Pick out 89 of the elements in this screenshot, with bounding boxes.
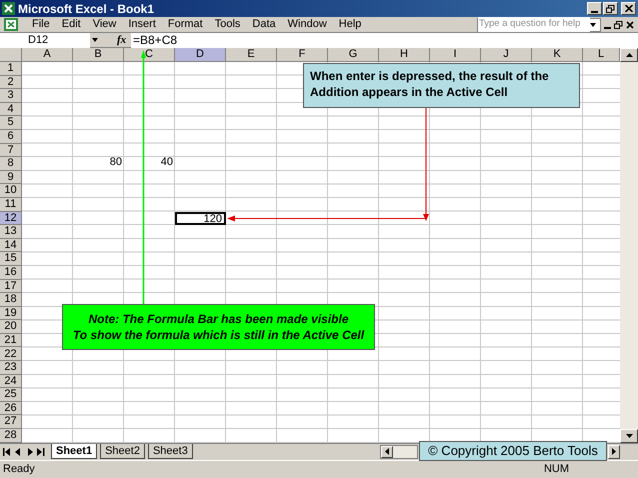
close-icon <box>624 5 632 12</box>
row-header[interactable]: 1 <box>0 62 22 76</box>
row-header[interactable]: 12 <box>0 212 22 226</box>
column-header[interactable]: K <box>532 48 583 62</box>
row-header[interactable]: 22 <box>0 347 22 362</box>
row-header[interactable]: 17 <box>0 280 22 294</box>
table-cell[interactable]: 40 <box>124 157 175 171</box>
dropdown-arrow-icon[interactable] <box>92 38 98 42</box>
column-header[interactable]: I <box>430 48 481 62</box>
dropdown-arrow-icon[interactable] <box>590 22 596 26</box>
row-header[interactable]: 3 <box>0 89 22 103</box>
row-header[interactable]: 13 <box>0 225 22 239</box>
function-button[interactable]: fx <box>117 32 131 48</box>
select-all-corner[interactable] <box>0 48 22 62</box>
column-header[interactable]: G <box>328 48 379 62</box>
column-header[interactable]: C <box>124 48 175 62</box>
row-header[interactable]: 25 <box>0 388 22 402</box>
scroll-down-button[interactable] <box>620 428 638 443</box>
table-cell[interactable]: 120 <box>175 212 226 226</box>
formula-field[interactable]: =B8+C8 <box>131 32 638 48</box>
help-search-field[interactable]: Type a question for help <box>477 18 601 32</box>
row-header[interactable]: 5 <box>0 116 22 130</box>
name-box[interactable]: D12 <box>0 32 90 48</box>
scroll-right-button[interactable] <box>608 444 620 459</box>
menu-item[interactable]: Tools <box>208 16 246 33</box>
column-header[interactable]: A <box>22 48 73 62</box>
menu-item[interactable]: Edit <box>56 16 87 33</box>
row-header[interactable]: 27 <box>0 415 22 430</box>
callout-note: Note: The Formula Bar has been made visible To show the formula which is still in the Active Cell <box>62 304 375 350</box>
row-header[interactable]: 14 <box>0 238 22 252</box>
row-header[interactable]: 11 <box>0 198 22 212</box>
menu-item[interactable]: Insert <box>122 16 162 33</box>
left-arrow-icon <box>385 448 389 456</box>
restore-button[interactable] <box>603 2 618 15</box>
column-header[interactable]: H <box>379 48 430 62</box>
minimize-button[interactable] <box>587 2 602 15</box>
menu-item[interactable]: Window <box>282 16 333 33</box>
column-header[interactable]: F <box>277 48 328 62</box>
restore-icon[interactable] <box>614 20 623 28</box>
spreadsheet-icon[interactable] <box>4 18 18 31</box>
column-header[interactable]: E <box>226 48 277 62</box>
menu-item[interactable]: File <box>26 16 56 33</box>
row-header[interactable]: 15 <box>0 252 22 266</box>
row-header[interactable]: 23 <box>0 361 22 375</box>
num-lock-indicator: NUM <box>544 462 569 478</box>
row-header[interactable]: 26 <box>0 402 22 416</box>
close-icon[interactable] <box>626 20 634 28</box>
down-arrow-icon <box>626 434 632 438</box>
status-text: Ready <box>3 462 35 478</box>
scroll-up-button[interactable] <box>620 48 638 62</box>
row-header[interactable]: 16 <box>0 266 22 280</box>
sheet-tab[interactable]: Sheet2 <box>100 444 145 460</box>
horizontal-scrollbar[interactable] <box>380 444 418 459</box>
row-header[interactable]: 2 <box>0 76 22 90</box>
row-header[interactable]: 4 <box>0 102 22 116</box>
menu-item[interactable]: View <box>86 16 122 33</box>
scroll-left-button[interactable] <box>381 446 393 458</box>
sheet-navigation-icon[interactable] <box>3 448 45 456</box>
row-header[interactable]: 18 <box>0 293 22 307</box>
row-header[interactable]: 24 <box>0 374 22 388</box>
row-header[interactable]: 7 <box>0 144 22 158</box>
row-header[interactable]: 10 <box>0 184 22 198</box>
column-header[interactable]: D <box>175 48 226 62</box>
minimize-icon <box>591 10 598 12</box>
sheet-tab[interactable]: Sheet1 <box>51 444 98 460</box>
copyright-note: © Copyright 2005 Berto Tools <box>419 441 607 461</box>
sheet-tab[interactable]: Sheet3 <box>148 444 193 460</box>
menu-item[interactable]: Format <box>162 16 209 33</box>
row-header[interactable]: 9 <box>0 170 22 184</box>
spreadsheet-icon <box>2 2 15 15</box>
close-button[interactable] <box>621 2 636 15</box>
menu-item[interactable]: Data <box>246 16 282 33</box>
vertical-scrollbar[interactable] <box>620 48 638 443</box>
row-header[interactable]: 21 <box>0 334 22 348</box>
restore-icon <box>606 4 615 12</box>
table-cell[interactable]: 80 <box>73 157 124 171</box>
row-header[interactable]: 6 <box>0 130 22 144</box>
column-header[interactable]: L <box>583 48 620 62</box>
window-title: Microsoft Excel - Book1 <box>18 0 154 18</box>
row-header[interactable]: 28 <box>0 429 22 443</box>
row-header[interactable]: 20 <box>0 320 22 334</box>
up-arrow-icon <box>626 53 632 57</box>
row-header[interactable]: 19 <box>0 306 22 320</box>
row-header[interactable]: 8 <box>0 157 22 171</box>
callout-note: When enter is depressed, the result of the Addition appears in the Active Cell <box>303 63 580 108</box>
column-header[interactable]: B <box>73 48 124 62</box>
column-header[interactable]: J <box>481 48 532 62</box>
menu-item[interactable]: Help <box>332 16 368 33</box>
right-arrow-icon <box>612 448 616 456</box>
